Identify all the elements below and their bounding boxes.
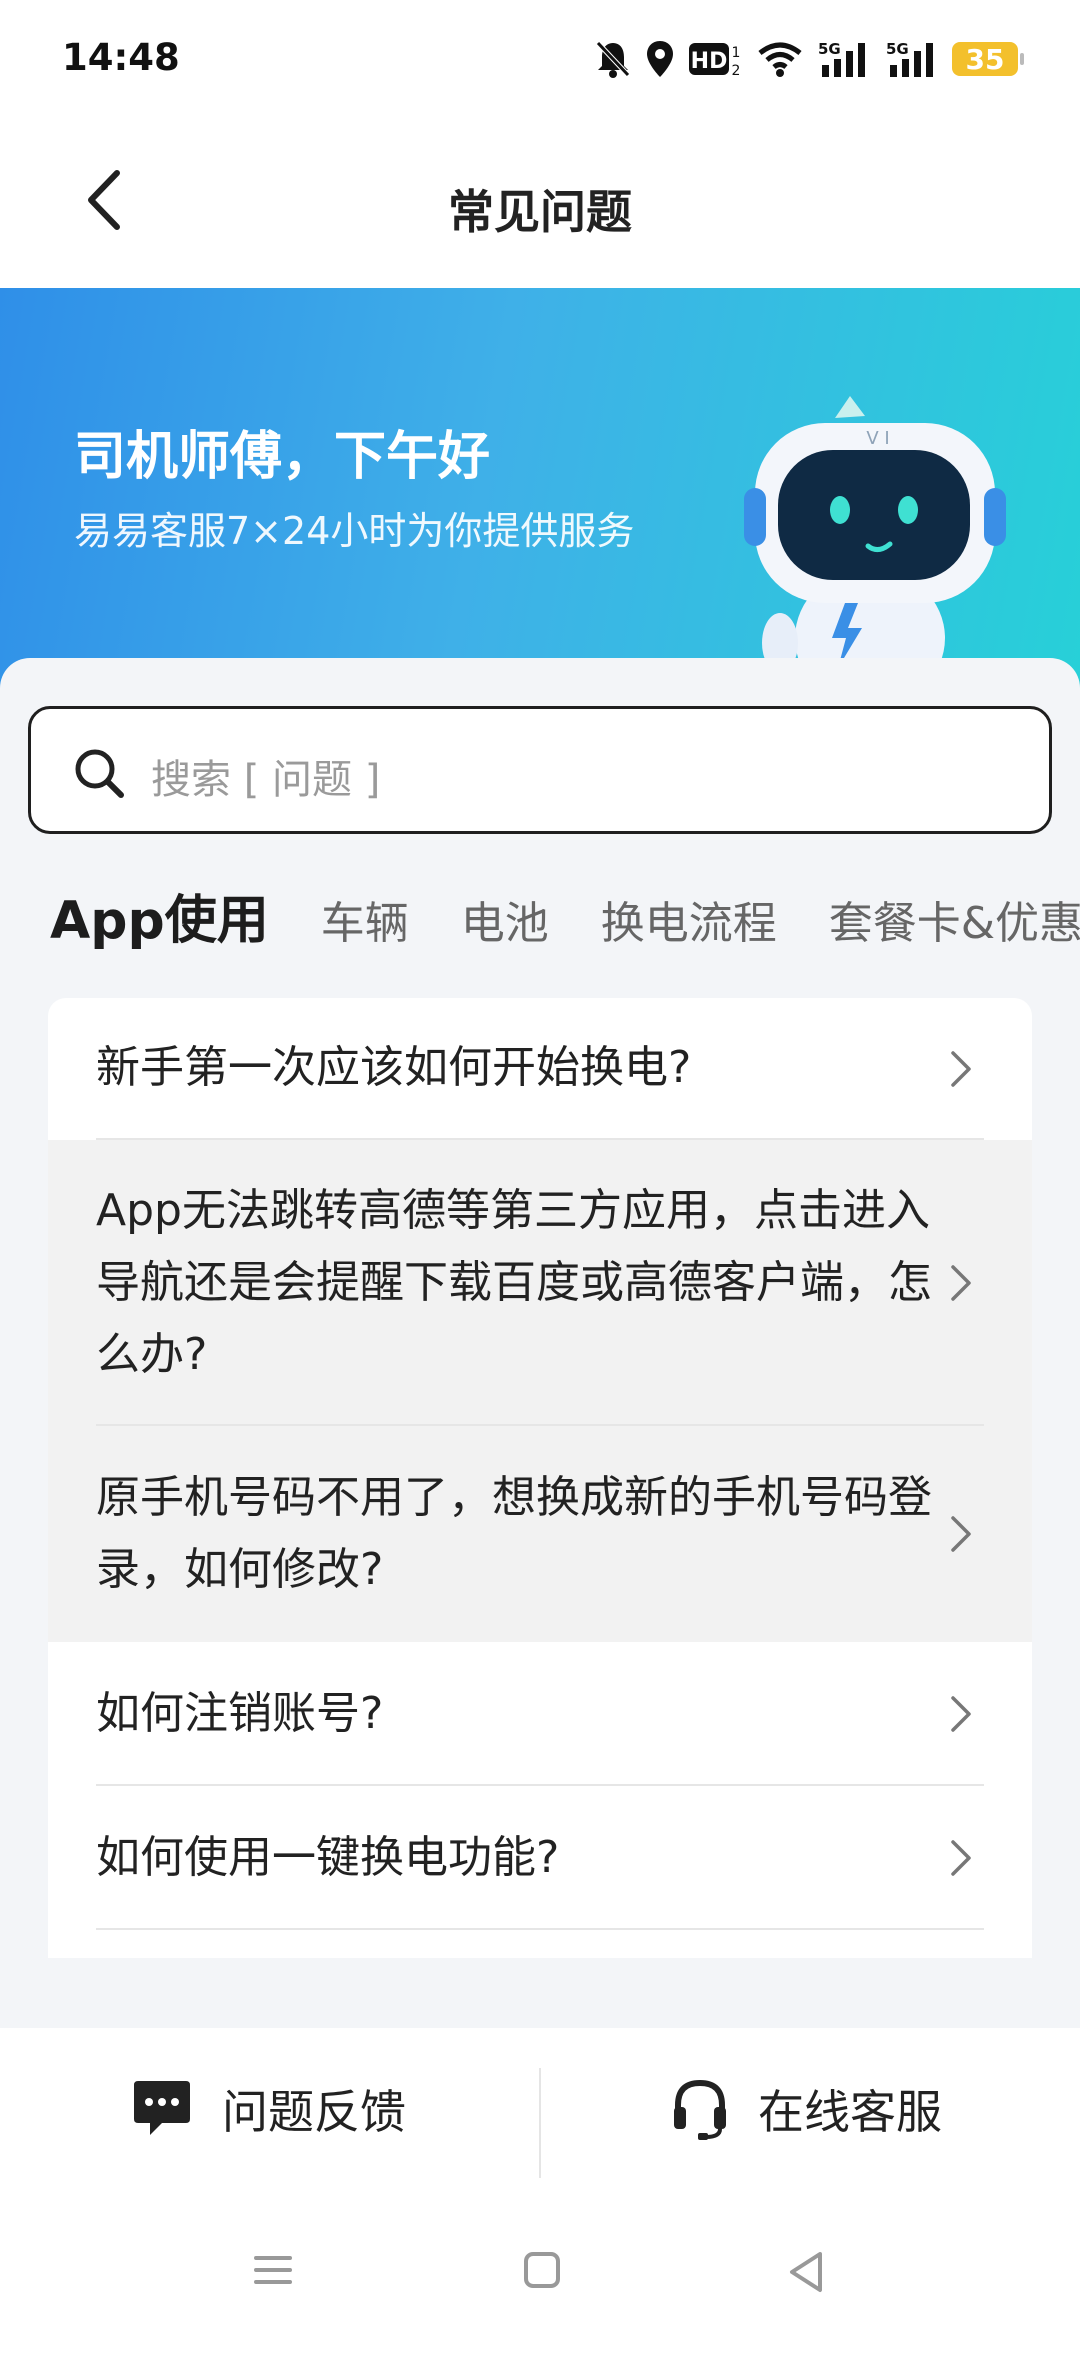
- chevron-right-icon: [951, 1696, 971, 1732]
- 5g-signal-icon: 5G: [818, 40, 865, 77]
- tab-app-usage[interactable]: App使用: [50, 878, 269, 953]
- search-placeholder: 搜索 [ 问题 ]: [151, 757, 381, 803]
- faq-item[interactable]: App无法跳转高德等第三方应用，点击进入导航还是会提醒下载百度或高德客户端，怎么…: [48, 1140, 1032, 1426]
- divider: [539, 2068, 541, 2178]
- robot-mascot-icon: V I: [744, 396, 1006, 688]
- svg-text:5G: 5G: [886, 40, 909, 58]
- svg-text:2: 2: [732, 63, 741, 79]
- category-tabs: App使用 车辆 电池 换电流程 套餐卡&优惠: [50, 878, 1080, 958]
- svg-text:HD: HD: [691, 49, 728, 74]
- 5g-signal-icon: 5G: [886, 40, 933, 77]
- faq-question: 原手机号码不用了，想换成新的手机号码登录，如何修改?: [96, 1472, 932, 1595]
- greeting-banner: 司机师傅，下午好 易易客服7×24小时为你提供服务 V I: [0, 288, 1080, 688]
- tab-battery[interactable]: 电池: [461, 887, 549, 951]
- divider: [96, 1928, 984, 1930]
- svg-text:1: 1: [732, 45, 741, 61]
- tab-package-offers[interactable]: 套餐卡&优惠: [829, 887, 1080, 951]
- faq-question: App无法跳转高德等第三方应用，点击进入导航还是会提醒下载百度或高德客户端，怎么…: [96, 1185, 932, 1380]
- feedback-label: 问题反馈: [222, 2085, 406, 2139]
- back-triangle-icon[interactable]: [786, 2250, 826, 2294]
- location-icon: [647, 41, 673, 77]
- chevron-right-icon: [951, 1265, 971, 1301]
- mute-bell-icon: [596, 41, 630, 78]
- faq-item[interactable]: 新手第一次应该如何开始换电?: [48, 998, 1032, 1140]
- status-icons: HD 1 2 5G 5G 35: [594, 36, 1024, 82]
- tab-swap-process[interactable]: 换电流程: [601, 887, 777, 951]
- search-input[interactable]: 搜索 [ 问题 ]: [28, 706, 1052, 834]
- faq-question: 如何使用一键换电功能?: [96, 1832, 560, 1883]
- nav-header: 常见问题: [0, 120, 1080, 288]
- bottom-action-bar: 问题反馈 在线客服: [0, 2028, 1080, 2188]
- wifi-icon: [758, 42, 802, 77]
- online-service-label: 在线客服: [758, 2085, 942, 2139]
- greeting-subtitle: 易易客服7×24小时为你提供服务: [74, 509, 635, 553]
- faq-item[interactable]: 原手机号码不用了，想换成新的手机号码登录，如何修改?: [48, 1426, 1032, 1642]
- status-time: 14:48: [62, 36, 180, 79]
- faq-list: 新手第一次应该如何开始换电? App无法跳转高德等第三方应用，点击进入导航还是会…: [48, 998, 1032, 1958]
- svg-text:5G: 5G: [818, 40, 841, 58]
- hd-icon: HD 1 2: [689, 43, 741, 79]
- svg-text:V I: V I: [866, 428, 889, 449]
- faq-main: 搜索 [ 问题 ] App使用 车辆 电池 换电流程 套餐卡&优惠 新手第一次应该如何开…: [0, 658, 1080, 2028]
- faq-item[interactable]: 如何使用一键换电功能?: [48, 1786, 1032, 1930]
- feedback-button[interactable]: 问题反馈: [130, 2064, 406, 2154]
- faq-question: 新手第一次应该如何开始换电?: [96, 1042, 692, 1093]
- page-title: 常见问题: [448, 185, 632, 239]
- menu-icon[interactable]: [252, 2250, 294, 2290]
- faq-item[interactable]: 如何注销账号?: [48, 1642, 1032, 1786]
- tab-vehicle[interactable]: 车辆: [321, 887, 409, 951]
- online-service-button[interactable]: 在线客服: [670, 2064, 942, 2154]
- search-icon: [75, 749, 124, 798]
- home-icon[interactable]: [522, 2250, 562, 2290]
- system-nav-bar: [0, 2188, 1080, 2376]
- greeting-title: 司机师傅，下午好: [74, 427, 491, 487]
- headset-icon: [674, 2079, 726, 2140]
- status-bar: 14:48 HD 1 2 5G 5G 35: [0, 0, 1080, 120]
- chat-bubble-icon: [134, 2081, 190, 2135]
- battery-indicator: 35: [952, 42, 1024, 76]
- chevron-right-icon: [951, 1051, 971, 1087]
- faq-question: 如何注销账号?: [96, 1688, 384, 1739]
- chevron-right-icon: [951, 1516, 971, 1552]
- battery-level: 35: [965, 42, 1005, 76]
- chevron-right-icon: [951, 1840, 971, 1876]
